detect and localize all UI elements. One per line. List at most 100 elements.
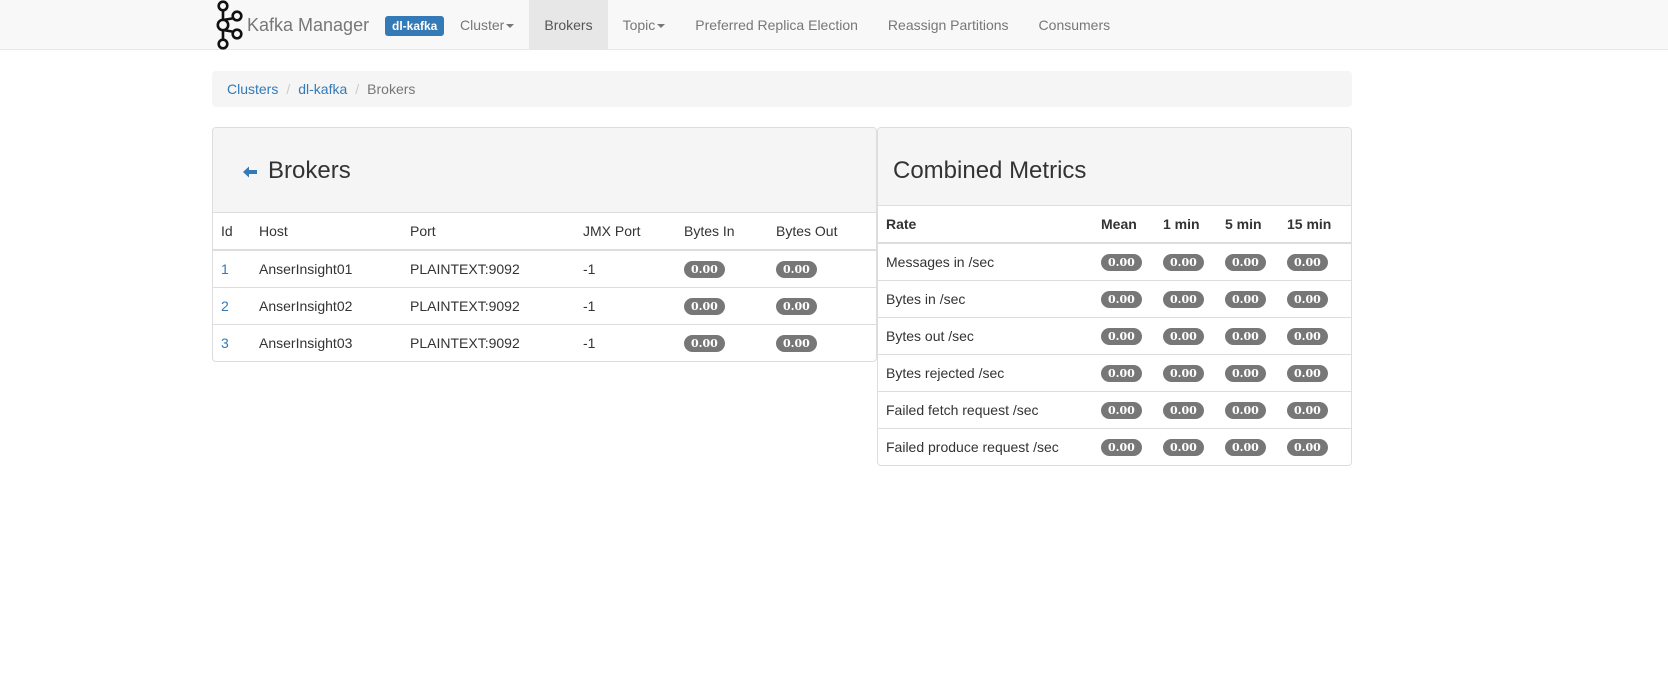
metric-1-min-cell: 0.00	[1155, 243, 1217, 280]
column-header-5-min: 5 min	[1217, 206, 1279, 244]
metric-5-min-cell: 0.00	[1217, 353, 1279, 391]
broker-port: PLAINTEXT:9092	[402, 323, 575, 361]
brand[interactable]: Kafka Manager	[212, 0, 369, 50]
combined-metrics-panel: Combined Metrics Rate Mean 1 min 5 min 1…	[877, 127, 1352, 466]
metric-mean-badge: 0.00	[1101, 438, 1142, 456]
broker-id-link[interactable]: 3	[221, 335, 229, 351]
bytes-out-badge: 0.00	[776, 297, 817, 315]
metric-5-min-cell: 0.00	[1217, 243, 1279, 280]
metric-1-min-badge: 0.00	[1163, 327, 1204, 345]
bytes-in-badge: 0.00	[684, 297, 725, 315]
caret-down-icon	[657, 24, 666, 29]
metric-1-min-cell: 0.00	[1155, 390, 1217, 428]
metric-15-min-badge: 0.00	[1287, 364, 1328, 382]
brokers-panel: Brokers Id Host Port JMX Port Bytes In B…	[212, 127, 877, 362]
metric-1-min-cell: 0.00	[1155, 427, 1217, 465]
metric-15-min-badge: 0.00	[1287, 438, 1328, 456]
breadcrumb-separator: /	[286, 81, 291, 97]
broker-host: AnserInsight03	[251, 323, 402, 361]
brokers-table: Id Host Port JMX Port Bytes In Bytes Out…	[213, 213, 876, 361]
metric-15-min-cell: 0.00	[1279, 390, 1351, 428]
brokers-panel-heading: Brokers	[213, 128, 876, 213]
table-row: 2 AnserInsight02 PLAINTEXT:9092 -1 0.00 …	[213, 286, 876, 324]
column-header-id: Id	[213, 213, 251, 251]
broker-id-cell: 3	[213, 323, 251, 361]
metric-mean-badge: 0.00	[1101, 290, 1142, 308]
kafka-logo-icon	[216, 0, 243, 50]
nav-preferred-replica-election[interactable]: Preferred Replica Election	[680, 0, 873, 50]
metrics-table-header: Rate Mean 1 min 5 min 15 min	[878, 206, 1351, 244]
metric-1-min-cell: 0.00	[1155, 353, 1217, 391]
column-header-bytes-out: Bytes Out	[768, 213, 876, 251]
metric-mean-cell: 0.00	[1093, 353, 1155, 391]
caret-down-icon	[506, 24, 515, 29]
column-header-mean: Mean	[1093, 206, 1155, 244]
metric-mean-badge: 0.00	[1101, 401, 1142, 419]
broker-host: AnserInsight02	[251, 286, 402, 324]
metric-mean-cell: 0.00	[1093, 427, 1155, 465]
column-header-15-min: 15 min	[1279, 206, 1351, 244]
broker-bytes-out-cell: 0.00	[768, 250, 876, 287]
nav-cluster-dropdown[interactable]: Cluster	[445, 0, 529, 50]
brokers-title: Brokers	[268, 157, 351, 184]
broker-id-link[interactable]: 1	[221, 261, 229, 277]
breadcrumb-cluster[interactable]: dl-kafka	[298, 81, 347, 97]
nav-consumers-label: Consumers	[1038, 17, 1111, 33]
nav-topic-dropdown[interactable]: Topic	[608, 0, 681, 50]
metric-5-min-cell: 0.00	[1217, 279, 1279, 317]
broker-bytes-out-cell: 0.00	[768, 286, 876, 324]
column-header-rate: Rate	[878, 206, 1093, 244]
metrics-table: Rate Mean 1 min 5 min 15 min Messages in…	[878, 206, 1351, 465]
metric-5-min-badge: 0.00	[1225, 253, 1266, 271]
metric-rate-label: Messages in /sec	[886, 253, 995, 270]
metric-5-min-badge: 0.00	[1225, 364, 1266, 382]
breadcrumb-current: Brokers	[367, 81, 416, 97]
metric-mean-cell: 0.00	[1093, 390, 1155, 428]
column-header-jmx-port: JMX Port	[575, 213, 676, 251]
bytes-in-badge: 0.00	[684, 260, 725, 278]
metric-5-min-badge: 0.00	[1225, 438, 1266, 456]
nav-brokers-label: Brokers	[544, 17, 593, 33]
table-row: 3 AnserInsight03 PLAINTEXT:9092 -1 0.00 …	[213, 323, 876, 361]
arrow-left-icon[interactable]	[242, 165, 258, 179]
broker-bytes-in-cell: 0.00	[676, 286, 768, 324]
broker-id-cell: 2	[213, 286, 251, 324]
table-row: Failed fetch request /sec 0.00 0.00 0.00…	[878, 390, 1351, 428]
metric-15-min-cell: 0.00	[1279, 427, 1351, 465]
broker-id-cell: 1	[213, 250, 251, 287]
broker-id-link[interactable]: 2	[221, 298, 229, 314]
metric-15-min-cell: 0.00	[1279, 316, 1351, 354]
table-row: Messages in /sec 0.00 0.00 0.00 0.00	[878, 243, 1351, 280]
metrics-panel-heading: Combined Metrics	[878, 128, 1351, 206]
nav-consumers[interactable]: Consumers	[1024, 0, 1126, 50]
metric-1-min-cell: 0.00	[1155, 279, 1217, 317]
metric-rate-label: Bytes in /sec	[878, 279, 1093, 317]
metric-15-min-cell: 0.00	[1279, 353, 1351, 391]
broker-jmx-port: -1	[583, 260, 596, 277]
metric-15-min-badge: 0.00	[1287, 253, 1328, 271]
metric-15-min-badge: 0.00	[1287, 290, 1328, 308]
column-header-1-min: 1 min	[1155, 206, 1217, 244]
breadcrumb-clusters[interactable]: Clusters	[227, 81, 278, 97]
nav-reassign-partitions-label: Reassign Partitions	[887, 17, 1009, 33]
metric-15-min-badge: 0.00	[1287, 327, 1328, 345]
broker-bytes-in-cell: 0.00	[676, 323, 768, 361]
nav-reassign-partitions[interactable]: Reassign Partitions	[873, 0, 1024, 50]
nav-cluster-label: Cluster	[460, 17, 505, 33]
metric-15-min-badge: 0.00	[1287, 401, 1328, 419]
metric-1-min-badge: 0.00	[1163, 290, 1204, 308]
navbar: Kafka Manager dl-kafka Cluster Brokers T…	[0, 0, 1668, 50]
nav-brokers[interactable]: Brokers	[529, 0, 608, 50]
table-row: Bytes out /sec 0.00 0.00 0.00 0.00	[878, 316, 1351, 354]
metric-mean-badge: 0.00	[1101, 327, 1142, 345]
metric-15-min-cell: 0.00	[1279, 243, 1351, 280]
metric-mean-badge: 0.00	[1101, 253, 1142, 271]
metric-1-min-badge: 0.00	[1163, 401, 1204, 419]
nav-preferred-replica-election-label: Preferred Replica Election	[695, 17, 858, 33]
metric-rate-label: Failed produce request /sec	[878, 427, 1093, 465]
column-header-host: Host	[251, 213, 402, 251]
metric-1-min-cell: 0.00	[1155, 316, 1217, 354]
main-nav: Cluster Brokers Topic Preferred Replica …	[445, 0, 1125, 50]
bytes-in-badge: 0.00	[684, 334, 725, 352]
brokers-table-header: Id Host Port JMX Port Bytes In Bytes Out	[213, 213, 876, 251]
